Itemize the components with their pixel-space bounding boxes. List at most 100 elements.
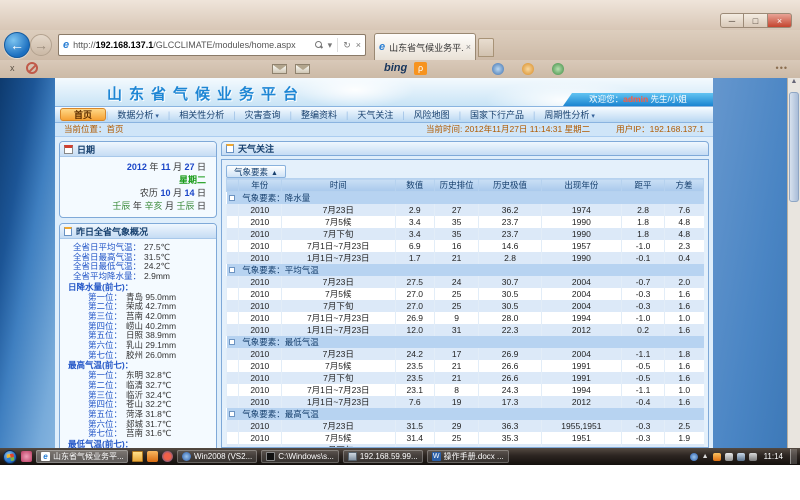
table-row[interactable]: 20107月下旬3.43523.719901.84.8 (227, 228, 704, 240)
menu-item-5[interactable]: 天气关注 (348, 108, 402, 121)
mail-icon[interactable] (272, 64, 287, 74)
quicklaunch-icon-1[interactable] (21, 451, 32, 462)
start-button[interactable] (3, 450, 17, 464)
search-dropdown-icon[interactable]: ▾ (328, 40, 333, 51)
tray-icon-orange[interactable] (713, 453, 721, 461)
back-button[interactable]: ← (4, 32, 30, 58)
bing-search-icon[interactable]: ρ (414, 62, 427, 75)
menu-item-4[interactable]: 整编资料 (292, 108, 346, 121)
table-row[interactable]: 20107月下旬27.02530.52004-0.31.6 (227, 300, 704, 312)
column-header-4: 历史极值 (479, 179, 541, 192)
toolbar-close-icon[interactable]: x (10, 63, 15, 73)
column-header-6: 距平 (622, 179, 665, 192)
forward-button[interactable]: → (30, 34, 52, 56)
taskbar-window-0[interactable]: Win2008 (VS2... (177, 450, 257, 463)
toolbar-icon-3[interactable] (552, 63, 564, 75)
calendar-line: 2012 年 11 月 27 日 (64, 161, 206, 174)
table-row[interactable]: 20101月1日~7月23日7.61917.32012-0.41.6 (227, 396, 704, 408)
tray-icon-blue[interactable] (690, 453, 698, 461)
scrollbar-thumb[interactable] (789, 92, 799, 202)
system-tray: ▲ 11:14 (690, 449, 797, 464)
taskbar-window-1[interactable]: C:\Windows\s... (261, 450, 339, 463)
checkbox-icon[interactable] (229, 411, 235, 417)
table-row[interactable]: 20107月23日27.52430.72004-0.72.0 (227, 276, 704, 288)
new-tab-button[interactable] (478, 38, 494, 57)
table-row[interactable]: 20107月23日24.21726.92004-1.11.8 (227, 348, 704, 360)
window-maximize-button[interactable]: □ (744, 13, 768, 28)
element-filter-button[interactable]: 气象要素▲ (226, 165, 286, 178)
table-row[interactable]: 20107月5候31.42535.31951-0.31.9 (227, 432, 704, 444)
table-row[interactable]: 20101月1日~7月23日1.7212.81990-0.10.4 (227, 252, 704, 264)
tray-expand-icon[interactable]: ▲ (702, 453, 709, 460)
calendar-body: 2012 年 11 月 27 日星期二农历 10 月 14 日壬辰 年 辛亥 月… (60, 157, 216, 217)
show-desktop-button[interactable] (790, 449, 797, 464)
menu-item-7[interactable]: 国家下行产品 (461, 108, 533, 121)
taskbar-ie-button[interactable]: e 山东省气候业务平... (36, 450, 128, 463)
table-row[interactable]: 20107月23日31.52936.31955,1951-0.32.5 (227, 420, 704, 432)
table-row[interactable]: 20107月5候23.52126.61991-0.51.6 (227, 360, 704, 372)
address-bar[interactable]: e http://192.168.137.1/GLCCLIMATE/module… (58, 34, 366, 56)
tray-icon-flag[interactable] (725, 453, 733, 461)
table-row[interactable]: 20107月5候27.02530.52004-0.31.6 (227, 288, 704, 300)
site-title: 山东省气候业务平台 (107, 83, 305, 104)
tab-close-icon[interactable]: × (463, 42, 471, 52)
quicklaunch-icon-3[interactable] (162, 451, 173, 462)
browser-tab[interactable]: e 山东省气候业务平... × (374, 33, 476, 60)
column-header-5: 出现年份 (541, 179, 621, 192)
group-checkbox-cell (227, 336, 239, 348)
table-toolbar: 气象要素▲ (222, 160, 708, 178)
refresh-icon[interactable]: ↻ (343, 40, 351, 51)
username: admin (623, 94, 648, 104)
url-text: http://192.168.137.1/GLCCLIMATE/modules/… (73, 40, 315, 50)
tray-icon-network[interactable] (737, 453, 745, 461)
window-close-button[interactable]: × (768, 13, 792, 28)
terminal-icon (266, 452, 275, 461)
browser-scrollbar[interactable]: ▲ (787, 78, 800, 448)
menu-item-1[interactable]: 数据分析▾ (108, 108, 168, 121)
table-group-row[interactable]: 气象要素：降水量 (227, 192, 704, 205)
weather-panel-header: 昨日全省气象概况 (60, 224, 216, 239)
menu-item-0[interactable]: 首页 (60, 108, 106, 121)
table-row[interactable]: 20107月1日~7月23日23.1824.31994-1.11.0 (227, 384, 704, 396)
table-group-row[interactable]: 气象要素：平均气温 (227, 264, 704, 276)
taskbar-window-2[interactable]: 192.168.59.99... (343, 450, 423, 463)
table-row[interactable]: 20107月23日2.92736.219742.87.6 (227, 204, 704, 216)
table-group-row[interactable]: 气象要素：最低气温 (227, 336, 704, 348)
window-controls: ─ □ × (720, 13, 792, 28)
table-row[interactable]: 20107月1日~7月23日26.9928.01994-1.01.0 (227, 312, 704, 324)
checkbox-icon[interactable] (229, 195, 235, 201)
menu-item-3[interactable]: 灾害查询 (236, 108, 290, 121)
menu-item-6[interactable]: 风险地图 (405, 108, 459, 121)
calendar-panel-header: 日期 (60, 142, 216, 157)
folder-icon[interactable] (132, 451, 143, 462)
menu-item-2[interactable]: 相关性分析 (170, 108, 233, 121)
toolbar-overflow-icon[interactable]: ••• (776, 63, 788, 73)
toolbar-icon-1[interactable] (492, 63, 504, 75)
table-row[interactable]: 20107月5候3.43523.719901.84.8 (227, 216, 704, 228)
taskbar-clock[interactable]: 11:14 (761, 452, 786, 461)
table-row[interactable]: 20107月下旬23.52126.61991-0.51.6 (227, 372, 704, 384)
table-row[interactable]: 20107月1日~7月23日6.91614.61957-1.02.3 (227, 240, 704, 252)
app-blue-icon (182, 452, 191, 461)
table-row[interactable]: 20101月1日~7月23日12.03122.320120.21.6 (227, 324, 704, 336)
menu-item-8[interactable]: 周期性分析▾ (535, 108, 604, 121)
stop-icon[interactable]: × (356, 40, 361, 50)
quicklaunch-icon-2[interactable] (147, 451, 158, 462)
checkbox-icon[interactable] (229, 339, 235, 345)
sidebar: 日期 2012 年 11 月 27 日星期二农历 10 月 14 日壬辰 年 辛… (59, 141, 217, 448)
calendar-icon (64, 145, 73, 154)
tray-icon-volume[interactable] (749, 453, 757, 461)
window-minimize-button[interactable]: ─ (720, 13, 744, 28)
word-icon: W (432, 452, 441, 461)
taskbar-window-3[interactable]: W操作手册.docx ... (427, 450, 509, 463)
search-icon[interactable] (315, 41, 323, 49)
checkbox-icon[interactable] (229, 267, 235, 273)
column-header-3: 历史排位 (434, 179, 479, 192)
table-group-row[interactable]: 气象要素：最高气温 (227, 408, 704, 420)
page-body: 日期 2012 年 11 月 27 日星期二农历 10 月 14 日壬辰 年 辛… (55, 139, 713, 448)
toolbar-icon-2[interactable] (522, 63, 534, 75)
browser-titlebar: ─ □ × (0, 0, 800, 30)
bing-logo[interactable]: bing (384, 62, 407, 74)
mail2-icon[interactable] (295, 64, 310, 74)
panel-icon (226, 144, 234, 153)
